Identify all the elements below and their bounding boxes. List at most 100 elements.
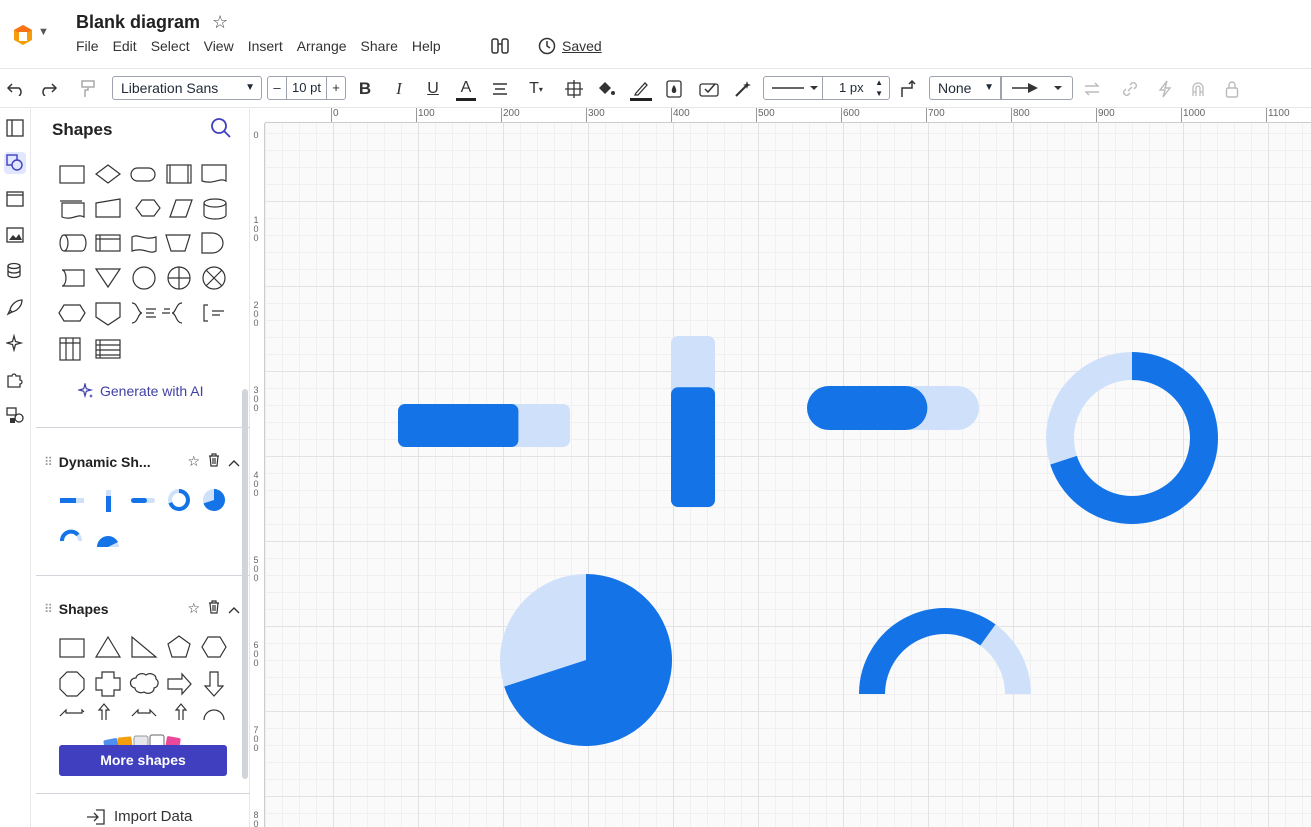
divider [36, 793, 250, 794]
search-icon[interactable] [210, 117, 232, 139]
canvas-shapes [398, 336, 1218, 746]
rocket-icon[interactable] [4, 296, 26, 318]
import-icon [87, 808, 105, 825]
undo-icon[interactable] [6, 77, 26, 101]
lock-icon[interactable] [1222, 77, 1242, 101]
gauge-fill [859, 608, 996, 695]
style-check-icon[interactable] [698, 77, 720, 101]
star-icon[interactable]: ☆ [187, 453, 200, 470]
shapes-icon[interactable] [4, 152, 26, 174]
import-data-label: Import Data [114, 808, 193, 825]
frame-icon[interactable] [4, 188, 26, 210]
generate-with-ai-button[interactable]: Generate with AI [78, 383, 204, 399]
pie-shape[interactable] [500, 574, 672, 746]
magic-wand-icon[interactable] [732, 77, 754, 101]
more-shapes-button[interactable]: More shapes [59, 745, 227, 776]
stepper-arrows-icon: ▲ ▼ [875, 78, 883, 98]
shape-library-flowchart[interactable] [58, 161, 238, 361]
chevron-up-icon[interactable] [228, 454, 240, 470]
format-painter-icon[interactable] [78, 77, 98, 101]
text-color-button[interactable]: A [456, 77, 476, 101]
star-icon[interactable]: ☆ [212, 12, 228, 33]
panel-title: Shapes [52, 120, 113, 139]
lightning-icon[interactable] [1155, 77, 1175, 101]
dynamic-shapes-grid[interactable] [58, 487, 238, 547]
underline-button[interactable]: U [424, 77, 442, 101]
font-size-stepper[interactable]: – 10 pt + [267, 76, 346, 100]
menu-file[interactable]: File [76, 38, 99, 54]
menu-help[interactable]: Help [412, 38, 441, 54]
section-header-dynamic-shapes[interactable]: ⠿ Dynamic Sh... ☆ [44, 453, 240, 470]
section-title: Shapes [58, 600, 109, 617]
pill-bar-shape[interactable] [807, 386, 979, 430]
line-style-select[interactable] [763, 76, 823, 100]
section-header-shapes[interactable]: ⠿ Shapes ☆ [44, 600, 240, 617]
progress-bar-shape[interactable] [398, 404, 570, 447]
import-data-button[interactable]: Import Data [86, 808, 192, 825]
drag-handle-icon[interactable]: ⠿ [44, 602, 53, 616]
vertical-bar-shape[interactable] [671, 336, 715, 507]
progress-bar-fill [398, 404, 519, 447]
sparkle-icon[interactable] [4, 332, 26, 354]
left-icon-rail [0, 109, 31, 827]
clock-icon [538, 37, 556, 55]
link-icon[interactable] [1120, 77, 1140, 101]
data-icon[interactable] [4, 260, 26, 282]
font-size-value[interactable]: 10 pt [286, 77, 327, 99]
menu-bar: File Edit Select View Insert Arrange Sha… [76, 38, 455, 54]
binoculars-icon[interactable] [490, 37, 510, 55]
menu-edit[interactable]: Edit [113, 38, 137, 54]
chevron-down-icon[interactable]: ▼ [38, 26, 49, 38]
basic-shapes-grid[interactable] [58, 634, 238, 720]
ring-shape[interactable] [1046, 352, 1218, 524]
app-logo-icon[interactable] [12, 24, 34, 46]
align-icon[interactable] [490, 77, 510, 101]
panel-scrollbar[interactable] [242, 389, 248, 779]
swap-arrows-icon[interactable] [1082, 77, 1102, 101]
generate-with-ai-label: Generate with AI [100, 383, 204, 399]
connector-style-icon[interactable] [899, 77, 919, 101]
menu-view[interactable]: View [204, 38, 234, 54]
format-toolbar: Liberation Sans ▼ – 10 pt + B I U A T ▾ 1… [0, 68, 1311, 108]
bold-button[interactable]: B [356, 77, 374, 101]
trash-icon[interactable] [208, 600, 220, 617]
italic-button[interactable]: I [390, 77, 408, 101]
line-width-value: 1 px [839, 80, 864, 95]
document-title[interactable]: Blank diagram [76, 12, 200, 33]
position-icon[interactable] [564, 77, 584, 101]
line-end-select[interactable] [1001, 76, 1073, 100]
line-width-input[interactable]: 1 px ▲ ▼ [822, 76, 890, 100]
divider [36, 427, 250, 428]
menu-share[interactable]: Share [361, 38, 398, 54]
puzzle-icon[interactable] [4, 368, 26, 390]
menu-arrange[interactable]: Arrange [297, 38, 347, 54]
line-start-select[interactable]: None ▼ [929, 76, 1001, 100]
divider [36, 575, 250, 576]
pages-icon[interactable] [4, 117, 26, 139]
line-color-icon[interactable] [630, 77, 652, 101]
drag-handle-icon[interactable]: ⠿ [44, 455, 53, 469]
menu-insert[interactable]: Insert [248, 38, 283, 54]
section-title: Dynamic Sh... [58, 453, 151, 470]
fill-color-icon[interactable] [595, 77, 617, 101]
font-size-decrease[interactable]: – [268, 77, 286, 99]
redo-icon[interactable] [38, 77, 58, 101]
font-family-value: Liberation Sans [121, 80, 219, 96]
vertical-bar-fill [671, 387, 715, 507]
save-status[interactable]: Saved [538, 37, 602, 55]
pill-bar-fill [807, 386, 928, 430]
gauge-shape[interactable] [859, 608, 1031, 695]
shapes-library-icon[interactable] [4, 404, 26, 426]
opacity-icon[interactable] [664, 77, 684, 101]
image-icon[interactable] [4, 224, 26, 246]
menu-select[interactable]: Select [151, 38, 190, 54]
star-icon[interactable]: ☆ [187, 600, 200, 617]
text-options-icon[interactable]: T ▾ [524, 77, 548, 101]
font-family-select[interactable]: Liberation Sans ▼ [112, 76, 262, 100]
chevron-up-icon[interactable] [228, 601, 240, 617]
saved-label: Saved [562, 38, 602, 54]
trash-icon[interactable] [208, 453, 220, 470]
font-size-increase[interactable]: + [327, 77, 345, 99]
line-start-value: None [938, 80, 972, 96]
magnet-icon[interactable] [1188, 77, 1208, 101]
